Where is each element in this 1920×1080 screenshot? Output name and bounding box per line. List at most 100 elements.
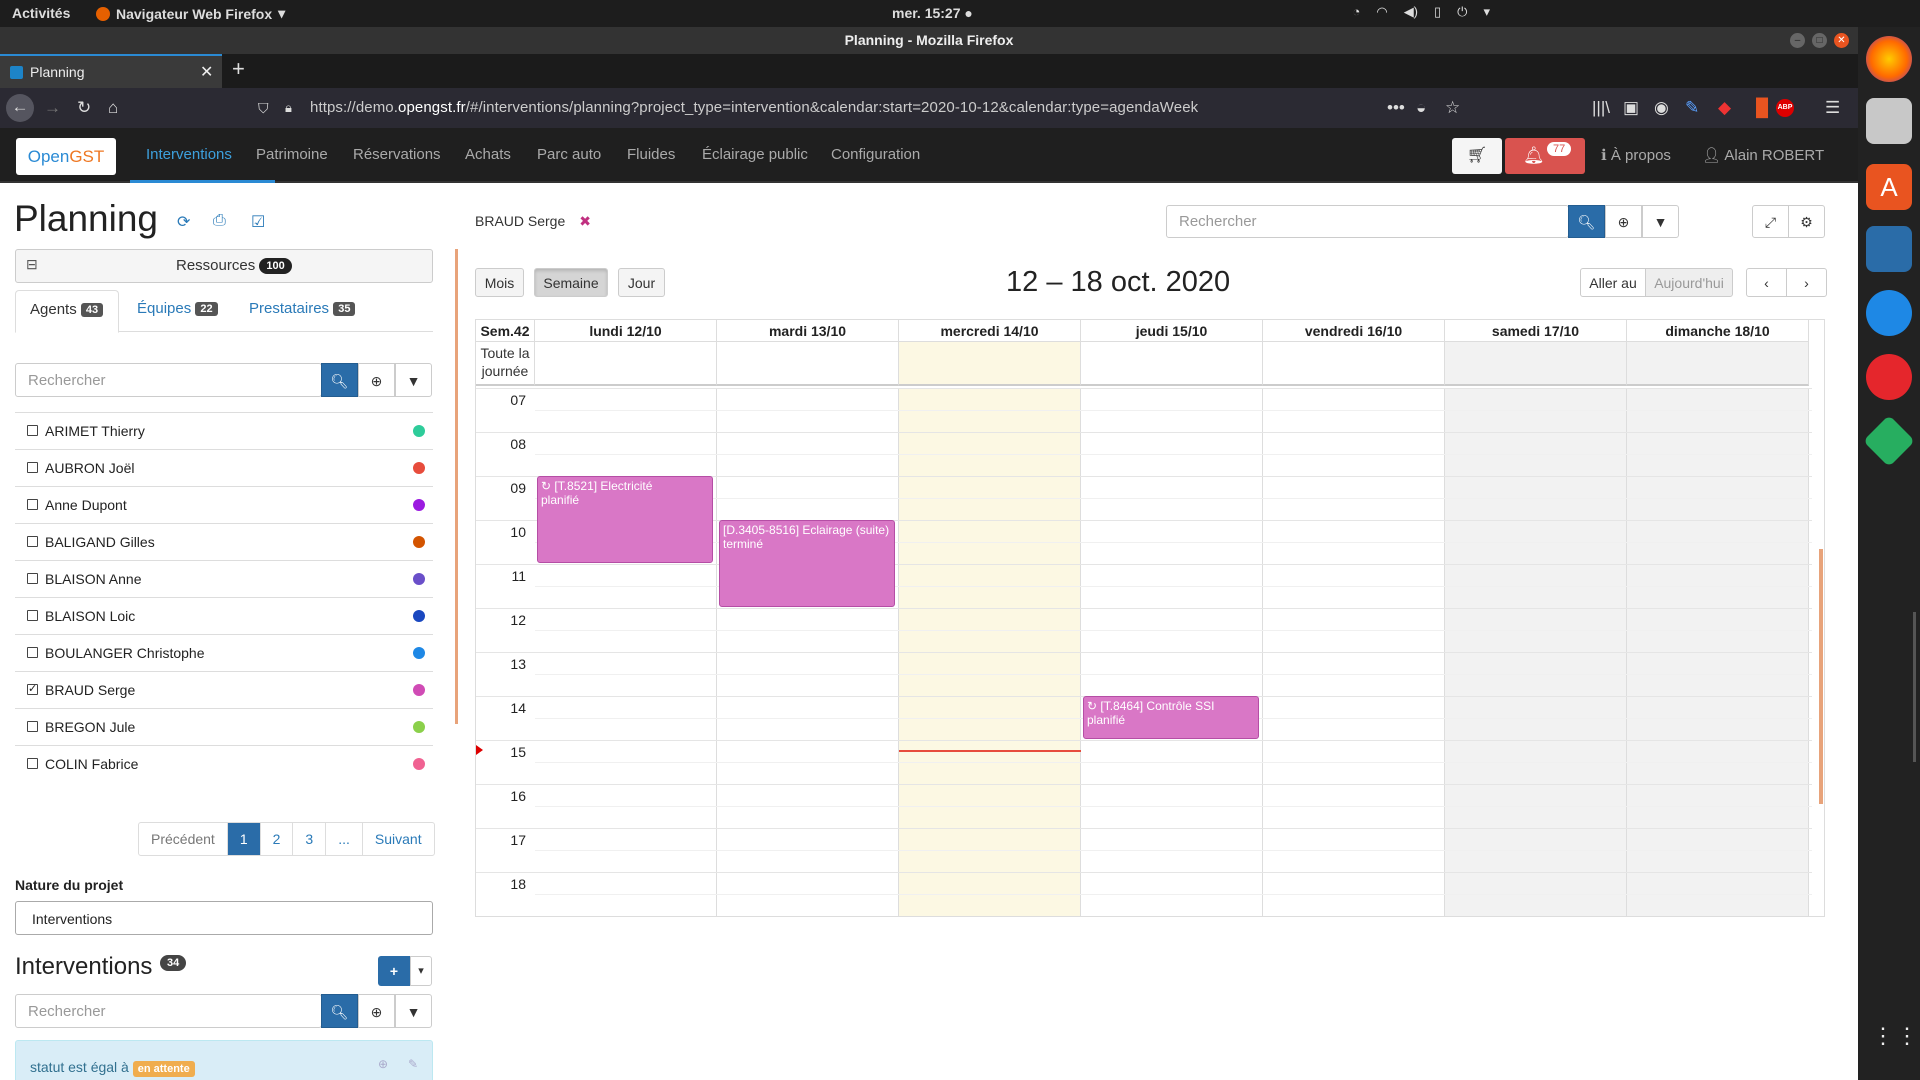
agent-row[interactable]: ✓ BRAUD Serge xyxy=(15,671,433,708)
checkbox[interactable] xyxy=(27,721,38,732)
agent-row[interactable]: Anne Dupont xyxy=(15,486,433,523)
close-window-button[interactable]: ✕ xyxy=(1834,33,1849,48)
menu-fluides[interactable]: Fluides xyxy=(627,146,675,163)
extension-orange-icon[interactable]: ▐▌ xyxy=(1750,98,1774,118)
user-menu[interactable]: 👤︎ Alain ROBERT xyxy=(1702,146,1824,164)
allday-cell[interactable] xyxy=(1445,342,1627,386)
day-header[interactable]: dimanche 18/10 xyxy=(1627,320,1809,342)
app-menu[interactable]: Navigateur Web Firefox ▾ xyxy=(96,5,285,22)
agent-row[interactable]: BALIGAND Gilles xyxy=(15,523,433,560)
allday-cell[interactable] xyxy=(1627,342,1809,386)
files-dock-icon[interactable] xyxy=(1866,98,1912,144)
activities-button[interactable]: Activités xyxy=(12,5,70,21)
pager-prev[interactable]: Précédent xyxy=(139,823,228,855)
menu-interventions[interactable]: Interventions xyxy=(146,146,232,163)
notifications-button[interactable]: 🔔︎ 77 xyxy=(1505,138,1585,174)
pager-page[interactable]: 2 xyxy=(261,823,294,855)
menu-patrimoine[interactable]: Patrimoine xyxy=(256,146,328,163)
plus-icon[interactable]: + xyxy=(378,956,410,986)
account-icon[interactable]: ◉ xyxy=(1654,98,1669,118)
pager-next[interactable]: Suivant xyxy=(363,823,434,855)
new-tab-button[interactable]: + xyxy=(232,56,245,82)
prev-week-button[interactable]: ‹ xyxy=(1746,268,1787,297)
adblock-icon[interactable]: ABP xyxy=(1776,99,1794,117)
refresh-icon[interactable]: ⟳ xyxy=(177,212,190,232)
menu-reservations[interactable]: Réservations xyxy=(353,146,441,163)
checkbox-checked[interactable]: ✓ xyxy=(27,684,38,695)
agent-row[interactable]: ARIMET Thierry xyxy=(15,412,433,449)
collapse-icon[interactable]: ⊟ xyxy=(26,256,38,273)
allday-cell[interactable] xyxy=(1081,342,1263,386)
today-button[interactable]: Aujourd'hui xyxy=(1645,268,1733,297)
pager-page[interactable]: 1 xyxy=(227,823,261,855)
url-bar[interactable]: https://demo.opengst.fr/#/interventions/… xyxy=(310,99,1198,116)
more-icon[interactable]: ••• xyxy=(1387,98,1405,118)
reload-icon[interactable]: ↻ xyxy=(77,98,91,118)
tab-prestataires[interactable]: Prestataires 35 xyxy=(249,300,356,317)
allday-cell[interactable] xyxy=(535,342,717,386)
pager-ellipsis[interactable]: ... xyxy=(326,823,363,855)
back-icon[interactable]: ← xyxy=(6,94,34,122)
pager-page[interactable]: 3 xyxy=(293,823,327,855)
zoom-icon[interactable]: ⊕ xyxy=(378,1057,388,1071)
panel-splitter[interactable] xyxy=(455,249,458,724)
edit-icon[interactable]: ✎ xyxy=(408,1057,418,1071)
agent-row[interactable]: COLIN Fabrice xyxy=(15,745,433,782)
sidebar-icon[interactable]: ▣ xyxy=(1623,98,1639,118)
filter-button[interactable]: ▼ xyxy=(395,363,432,397)
calendar-search-button[interactable]: 🔍︎ xyxy=(1568,205,1605,238)
timer-dock-icon[interactable] xyxy=(1866,290,1912,336)
print-icon[interactable]: ⎙ xyxy=(213,212,226,230)
agent-row[interactable]: BLAISON Anne xyxy=(15,560,433,597)
calendar-event[interactable]: [D.3405-8516] Eclairage (suite) terminé xyxy=(719,520,895,607)
library-icon[interactable]: |||\ xyxy=(1592,98,1610,118)
caret-down-icon[interactable]: ▾ xyxy=(410,956,432,986)
about-link[interactable]: ℹ À propos xyxy=(1601,146,1671,164)
tab-equipes[interactable]: Équipes 22 xyxy=(137,300,218,317)
check-icon[interactable]: ☑ xyxy=(251,212,265,232)
lock-icon[interactable]: 🔒︎ xyxy=(285,100,292,116)
filter-button[interactable]: ▼ xyxy=(395,994,432,1028)
menu-achats[interactable]: Achats xyxy=(465,146,511,163)
browser-tab-planning[interactable]: Planning ✕ xyxy=(0,54,222,88)
software-dock-icon[interactable]: A xyxy=(1866,164,1912,210)
checkbox[interactable] xyxy=(27,462,38,473)
hamburger-menu-icon[interactable]: ☰ xyxy=(1825,98,1840,118)
fullscreen-button[interactable]: ⤢ xyxy=(1752,205,1789,238)
settings-button[interactable]: ⚙ xyxy=(1788,205,1825,238)
cart-button[interactable]: 🛒︎ xyxy=(1452,138,1502,174)
resources-panel-header[interactable]: ⊟ Ressources 100 xyxy=(15,249,433,283)
agent-row[interactable]: BLAISON Loic xyxy=(15,597,433,634)
calendar-scrollbar[interactable] xyxy=(1819,549,1823,804)
menu-eclairage-public[interactable]: Éclairage public xyxy=(702,146,808,163)
checkbox[interactable] xyxy=(27,758,38,769)
day-header[interactable]: samedi 17/10 xyxy=(1445,320,1627,342)
next-week-button[interactable]: › xyxy=(1786,268,1827,297)
opera-dock-icon[interactable] xyxy=(1866,354,1912,400)
checkbox[interactable] xyxy=(27,573,38,584)
checkbox[interactable] xyxy=(27,647,38,658)
day-header[interactable]: mercredi 14/10 xyxy=(899,320,1081,342)
checkbox[interactable] xyxy=(27,499,38,510)
pocket-icon[interactable]: ◒ xyxy=(1416,98,1426,118)
calendar-search-input[interactable]: Rechercher xyxy=(1166,205,1569,238)
tab-agents[interactable]: Agents 43 xyxy=(15,290,119,333)
add-intervention-button[interactable]: + ▾ xyxy=(378,956,432,986)
agent-row[interactable]: BREGON Jule xyxy=(15,708,433,745)
bookmark-star-icon[interactable]: ☆ xyxy=(1445,98,1460,118)
shield-icon[interactable]: ⛉ xyxy=(258,100,269,117)
search-button[interactable]: 🔍︎ xyxy=(321,994,358,1028)
calendar-event[interactable]: ↻ [T.8521] Electricité planifié xyxy=(537,476,713,563)
menu-parc-auto[interactable]: Parc auto xyxy=(537,146,601,163)
pen-icon[interactable]: ✎ xyxy=(1685,98,1699,118)
home-icon[interactable]: ⌂ xyxy=(108,98,118,118)
writer-dock-icon[interactable] xyxy=(1866,226,1912,272)
close-tab-icon[interactable]: ✕ xyxy=(200,62,213,82)
calendar-event[interactable]: ↻ [T.8464] Contrôle SSI planifié xyxy=(1083,696,1259,739)
clock[interactable]: mer. 15:27 ● xyxy=(892,5,973,21)
menu-configuration[interactable]: Configuration xyxy=(831,146,920,163)
calendar-advanced-search-button[interactable]: ⊕ xyxy=(1605,205,1642,238)
day-header[interactable]: mardi 13/10 xyxy=(717,320,899,342)
view-week-button[interactable]: Semaine xyxy=(534,268,608,297)
checkbox[interactable] xyxy=(27,536,38,547)
